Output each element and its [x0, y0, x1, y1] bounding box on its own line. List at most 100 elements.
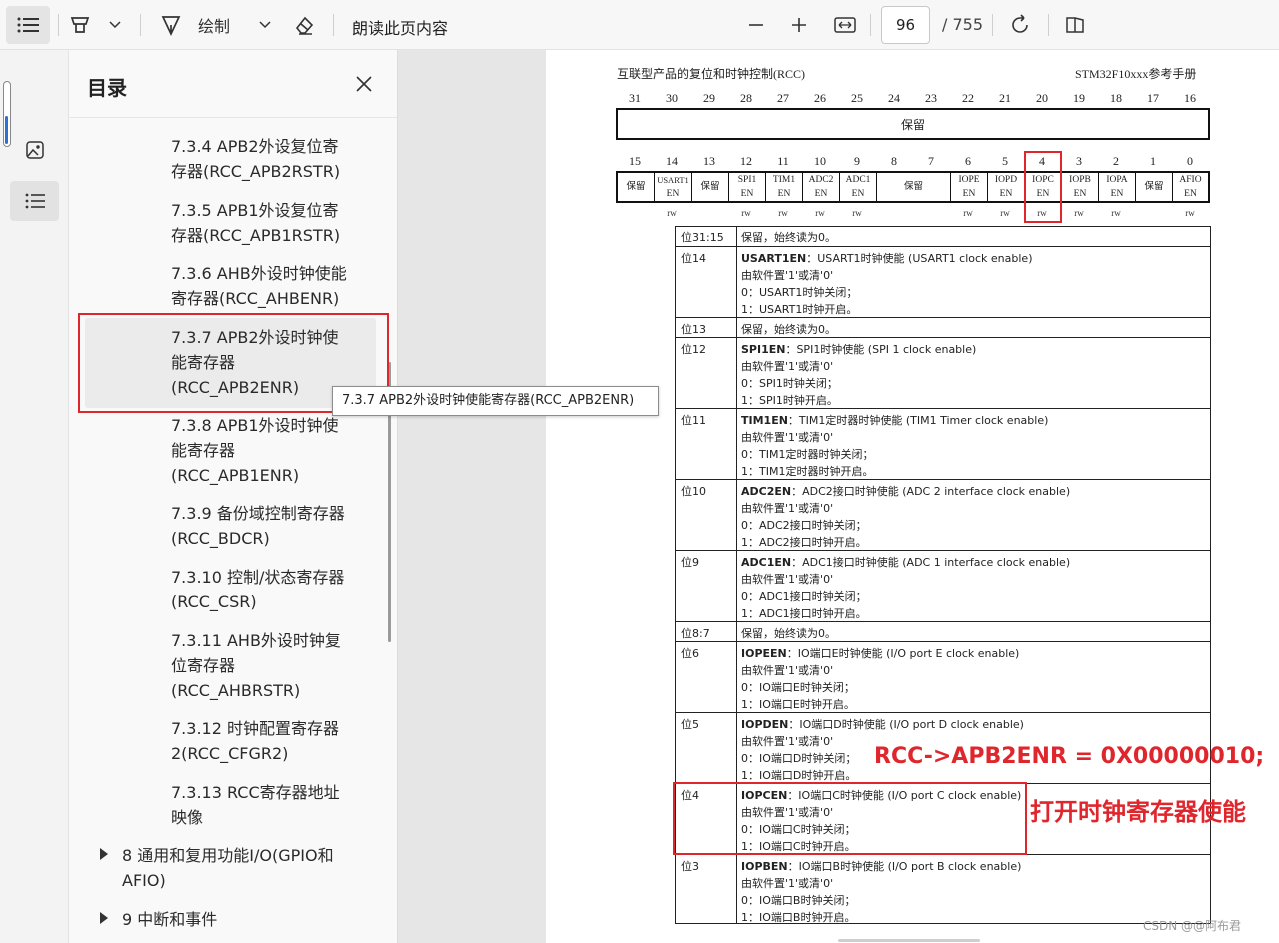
toc-item-label: 7.3.10 控制/状态寄存器 [171, 568, 345, 587]
rw-label: rw [852, 208, 862, 218]
toc-title: 目录 [87, 76, 127, 100]
horizontal-scroll-indicator[interactable] [838, 939, 980, 942]
field-title: ：IO端口B时钟使能 (I/O port B clock enable) [787, 860, 1022, 873]
bit-range: 位11 [681, 414, 706, 427]
field-label: USART1 [657, 175, 689, 185]
field-title: ：TIM1定时器时钟使能 (TIM1 Timer clock enable) [787, 414, 1049, 427]
bit-number: 28 [740, 91, 752, 105]
draw-options-button[interactable] [254, 12, 276, 38]
bit-number: 3 [1076, 154, 1082, 168]
table-row: 位31:15 保留，始终读为0。 [675, 226, 1211, 246]
highlight-button[interactable] [64, 10, 96, 40]
toolbar-divider [140, 14, 141, 36]
field-cell: ADC1 EN [840, 173, 877, 201]
row-text: 1：TIM1定时器时钟开启。 [741, 465, 874, 478]
bit-number: 8 [891, 154, 897, 168]
plus-icon [792, 18, 806, 32]
rw-label: rw [963, 208, 973, 218]
low-register-fields: 保留 USART1 EN 保留 SPI1 EN TIM1 EN ADC2 EN ADC1… [616, 171, 1210, 203]
field-label: EN [777, 189, 791, 199]
field-name: ADC2EN [741, 485, 792, 498]
field-cell: SPI1 EN [729, 173, 766, 201]
toolbar-divider [992, 14, 993, 36]
row-text: 由软件置'1'或清'0' [741, 877, 834, 890]
bit-range: 位14 [681, 252, 706, 265]
field-label: EN [814, 189, 828, 199]
watermark: CSDN @@阿布君 [1143, 919, 1242, 933]
minus-icon [749, 24, 763, 26]
chevron-down-icon [109, 21, 121, 29]
toc-item-label: (RCC_CSR) [171, 592, 257, 611]
page-number-input[interactable]: 96 [881, 6, 930, 44]
row-text: 由软件置'1'或清'0' [741, 360, 834, 373]
field-label: TIM1 [772, 175, 796, 185]
table-row: 位10 ADC2EN：ADC2接口时钟使能 (ADC 2 interface c… [675, 479, 1211, 550]
field-name: ADC1EN [741, 556, 792, 569]
toc-item-label: (RCC_AHBRSTR) [171, 681, 301, 700]
bit-number: 11 [777, 154, 789, 168]
scroll-thumb[interactable] [5, 116, 8, 144]
draw-button[interactable]: 绘制 [160, 8, 246, 42]
read-aloud-button[interactable]: 朗读此页内容 [352, 15, 448, 39]
field-title: ：ADC1接口时钟使能 (ADC 1 interface clock enabl… [791, 556, 1071, 569]
bit-range: 位9 [681, 556, 699, 569]
table-row: 位11 TIM1EN：TIM1定时器时钟使能 (TIM1 Timer clock… [675, 408, 1211, 479]
field-cell: AFIO EN [1173, 173, 1208, 201]
zoom-out-button[interactable] [742, 10, 770, 40]
page-total: / 755 [942, 15, 984, 34]
row-text: 0：ADC1接口时钟关闭； [741, 590, 867, 603]
toc-tooltip: 7.3.7 APB2外设时钟使能寄存器(RCC_APB2ENR) [332, 386, 659, 416]
field-cell: IOPA EN [1099, 173, 1136, 201]
bit-range: 位12 [681, 343, 706, 356]
bit-number: 10 [814, 154, 826, 168]
field-name: TIM1EN [741, 414, 788, 427]
bit-range: 位8:7 [681, 627, 710, 640]
field-label: EN [1110, 189, 1124, 199]
table-row: 位13 保留，始终读为0。 [675, 317, 1211, 337]
toc-item-label: 寄存器(RCC_AHBENR) [171, 289, 340, 308]
close-toc-button[interactable] [350, 70, 378, 98]
highlight-options-button[interactable] [104, 12, 126, 38]
toc-chapter-label: AFIO) [122, 871, 166, 890]
field-label: IOPD [994, 175, 1018, 185]
bit-number: 5 [1002, 154, 1008, 168]
list-icon [17, 17, 39, 33]
annotation-code: RCC->APB2ENR = 0X00000010; [874, 744, 1265, 769]
toolbar-divider [870, 14, 871, 36]
page-view-button[interactable] [1060, 10, 1090, 40]
zoom-in-button[interactable] [785, 10, 813, 40]
row-description: TIM1EN：TIM1定时器时钟使能 (TIM1 Timer clock ena… [741, 412, 1048, 480]
field-label: EN [851, 189, 865, 199]
thumbnails-tab[interactable] [10, 130, 59, 170]
row-text: 由软件置'1'或清'0' [741, 664, 834, 677]
row-text: 0：ADC2接口时钟关闭； [741, 519, 867, 532]
row-text: 1：ADC1接口时钟开启。 [741, 607, 867, 620]
table-row: 位12 SPI1EN：SPI1时钟使能 (SPI 1 clock enable)… [675, 337, 1211, 408]
toc-item-label: 7.3.5 APB1外设复位寄 [171, 201, 339, 220]
bit-number: 14 [666, 154, 678, 168]
field-label: ADC1 [845, 175, 871, 185]
outline-tab[interactable] [10, 181, 59, 221]
draw-label: 绘制 [198, 17, 231, 36]
expand-triangle-icon[interactable] [100, 912, 108, 924]
toc-item-label: 7.3.4 APB2外设复位寄 [171, 137, 339, 156]
row-text: 1：IO端口B时钟开启。 [741, 911, 856, 924]
field-label: EN [666, 189, 680, 199]
toc-item-label: 7.3.8 APB1外设时钟使 [171, 416, 339, 435]
bit-number: 18 [1110, 91, 1122, 105]
row-text: 0：IO端口B时钟关闭； [741, 894, 856, 907]
toc-toggle-button[interactable] [6, 6, 50, 44]
row-text: 1：IO端口E时钟开启。 [741, 698, 855, 711]
eraser-icon [295, 16, 314, 35]
rotate-button[interactable] [1005, 10, 1035, 40]
field-label: 保留 [700, 182, 720, 192]
expand-triangle-icon[interactable] [100, 848, 108, 860]
field-label: IOPA [1106, 175, 1128, 185]
highlight-box-bit4 [1024, 151, 1062, 223]
table-row: 位9 ADC1EN：ADC1接口时钟使能 (ADC 1 interface cl… [675, 550, 1211, 621]
rw-label: rw [667, 208, 677, 218]
field-label: EN [1184, 189, 1197, 199]
erase-button[interactable] [288, 10, 320, 40]
fit-width-button[interactable] [830, 10, 860, 40]
bit-number: 24 [888, 91, 900, 105]
